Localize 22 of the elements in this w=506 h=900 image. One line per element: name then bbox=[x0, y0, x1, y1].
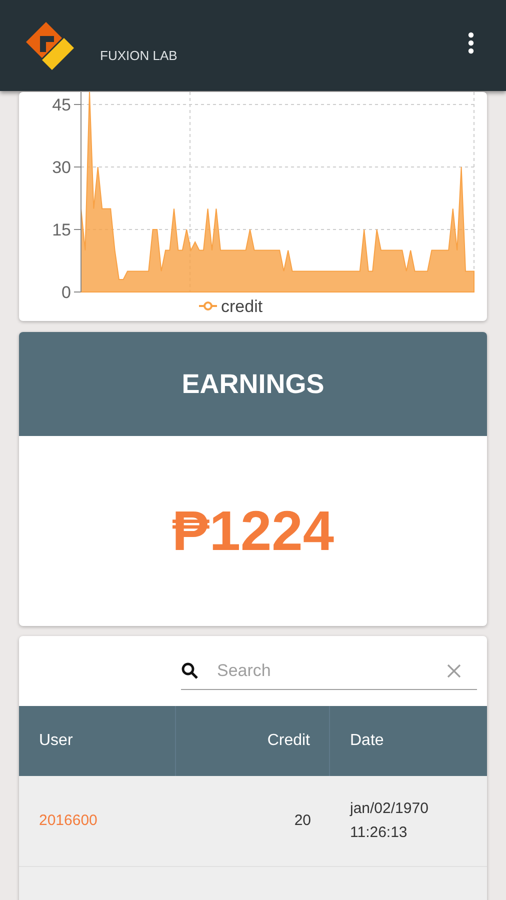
date-cell-text: jan/02/1970 11:26:13 bbox=[350, 799, 430, 843]
earnings-amount: ₱1224 bbox=[172, 498, 334, 564]
column-header[interactable]: Credit bbox=[267, 729, 310, 753]
legend-label: credit bbox=[221, 297, 263, 316]
credit-cell: 20 bbox=[294, 812, 311, 829]
y-tick bbox=[74, 104, 82, 105]
column-header[interactable]: User bbox=[39, 729, 73, 753]
app-title: FUXION LAB bbox=[100, 47, 178, 65]
legend-marker-icon bbox=[199, 302, 217, 310]
more-options-icon[interactable] bbox=[468, 32, 474, 54]
column-header[interactable]: Date bbox=[350, 729, 384, 753]
earnings-title: EARNINGS bbox=[182, 368, 324, 401]
y-tick bbox=[74, 166, 82, 168]
search-field[interactable]: Search bbox=[181, 656, 477, 690]
search-icon bbox=[181, 662, 199, 680]
clear-icon[interactable] bbox=[447, 664, 461, 678]
y-tick-label: 15 bbox=[52, 220, 71, 240]
logo-icon bbox=[24, 20, 76, 72]
y-tick-label: 30 bbox=[52, 158, 71, 177]
y-tick bbox=[74, 229, 82, 230]
y-tick-label: 0 bbox=[62, 283, 71, 302]
y-tick-label: 45 bbox=[52, 96, 71, 114]
